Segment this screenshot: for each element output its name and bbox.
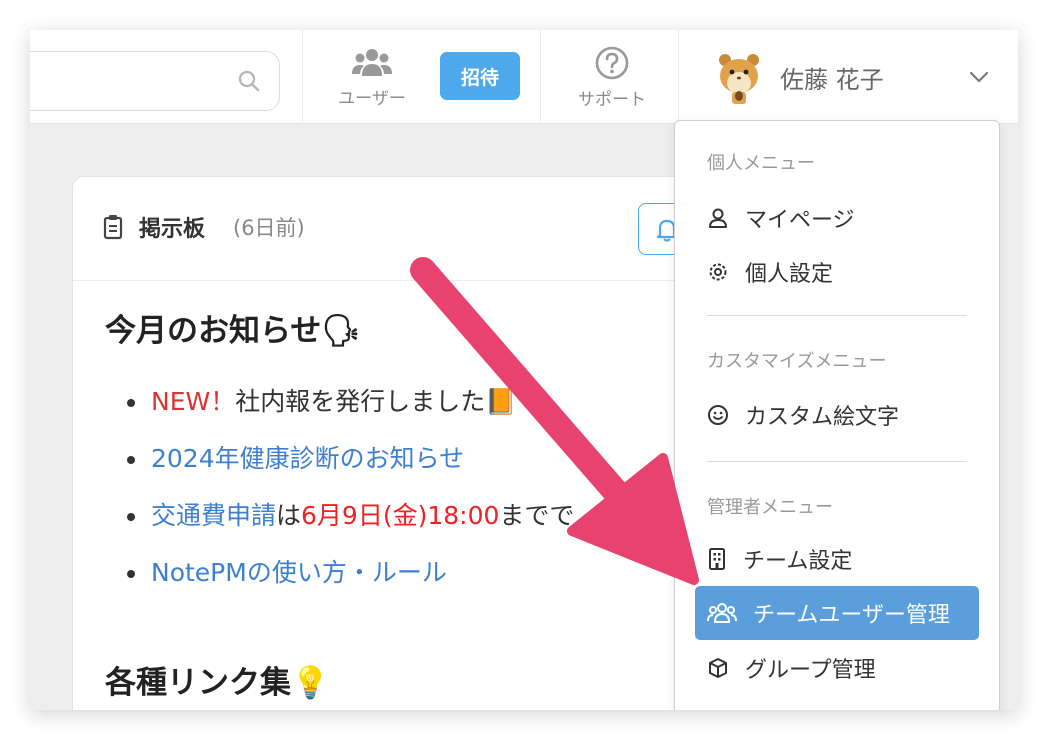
menu-item-cut-off[interactable] [695, 695, 979, 710]
health-check-link[interactable]: 2024年健康診断のお知らせ [151, 444, 464, 473]
menu-divider [707, 461, 967, 462]
menu-item-label: チームユーザー管理 [753, 603, 950, 628]
users-nav-button[interactable]: ユーザー [320, 30, 424, 124]
header-divider [302, 30, 303, 124]
card-header: 掲示板 (6日前) [73, 177, 713, 281]
person-icon [709, 208, 727, 228]
invite-button[interactable]: 招待 [440, 52, 520, 100]
bulletin-board-card: 掲示板 (6日前) 今月のお知らせ🗣 NEW！社内報を発行しました📙 2024年… [72, 176, 713, 710]
menu-item-label: 個人設定 [745, 262, 834, 287]
header-divider [678, 30, 679, 124]
admin-menu-header: 管理者メニュー [707, 497, 833, 518]
user-menu-toggle[interactable]: 佐藤 花子 [710, 44, 884, 110]
user-name: 佐藤 花子 [780, 65, 884, 94]
app-window: ユーザー 招待 サポート 佐藤 花子 掲示板 (6日前) 今月のお知らせ🗣 NE… [30, 30, 1018, 710]
header-divider [540, 30, 541, 124]
travel-expense-link[interactable]: 交通費申請 [151, 501, 276, 530]
user-dropdown-menu: 個人メニュー マイページ 個人設定 カスタマイズメニュー カスタム絵文字 管理者… [674, 120, 1000, 710]
building-icon [709, 548, 725, 570]
menu-item-custom-emoji[interactable]: カスタム絵文字 [695, 388, 979, 442]
notice-text: までで [499, 501, 575, 530]
notice-text: は [276, 501, 302, 530]
list-item: NEW！社内報を発行しました📙 [119, 387, 719, 444]
card-title: 掲示板 [139, 217, 206, 242]
users-icon [707, 603, 737, 623]
menu-divider [707, 315, 967, 316]
menu-item-team-user-admin[interactable]: チームユーザー管理 [695, 586, 979, 640]
search-input[interactable] [30, 51, 280, 111]
menu-item-label: マイページ [745, 208, 855, 233]
menu-item-team-settings[interactable]: チーム設定 [695, 532, 979, 586]
users-icon [352, 48, 392, 76]
section-heading-notices: 今月のお知らせ🗣 [105, 313, 361, 349]
new-badge: NEW！ [151, 387, 236, 416]
personal-menu-header: 個人メニュー [707, 153, 815, 174]
list-item: NotePMの使い方・ルール [119, 558, 719, 615]
help-icon [595, 46, 629, 79]
menu-item-group-admin[interactable]: グループ管理 [695, 641, 979, 695]
smiley-icon [708, 405, 728, 425]
list-item: 交通費申請は6月9日(金)18:00までで [119, 501, 719, 558]
top-header: ユーザー 招待 サポート 佐藤 花子 [30, 30, 1018, 124]
cube-icon [709, 658, 727, 678]
notice-list: NEW！社内報を発行しました📙 2024年健康診断のお知らせ 交通費申請は6月9… [119, 387, 719, 615]
clipboard-icon [103, 215, 123, 240]
section-heading-links: 各種リンク集💡 [105, 665, 330, 701]
search-icon[interactable] [237, 69, 261, 93]
list-item: 2024年健康診断のお知らせ [119, 444, 719, 501]
notice-text: 社内報を発行しました📙 [235, 387, 517, 416]
menu-item-label: チーム設定 [743, 549, 853, 574]
menu-item-mypage[interactable]: マイページ [695, 191, 979, 245]
menu-item-personal-settings[interactable]: 個人設定 [695, 245, 979, 299]
deadline-text: 6月9日(金)18:00 [301, 501, 500, 530]
customize-menu-header: カスタマイズメニュー [707, 351, 887, 372]
avatar [719, 54, 759, 104]
menu-item-label: グループ管理 [745, 658, 876, 683]
users-nav-label: ユーザー [338, 88, 406, 109]
support-nav-label: サポート [578, 89, 646, 110]
gear-icon [709, 263, 727, 281]
notepm-rules-link[interactable]: NotePMの使い方・ルール [151, 558, 447, 587]
menu-item-label: カスタム絵文字 [745, 405, 900, 430]
card-updated-ago: (6日前) [233, 216, 305, 240]
chevron-down-icon[interactable] [968, 66, 990, 88]
support-nav-button[interactable]: サポート [560, 30, 664, 124]
